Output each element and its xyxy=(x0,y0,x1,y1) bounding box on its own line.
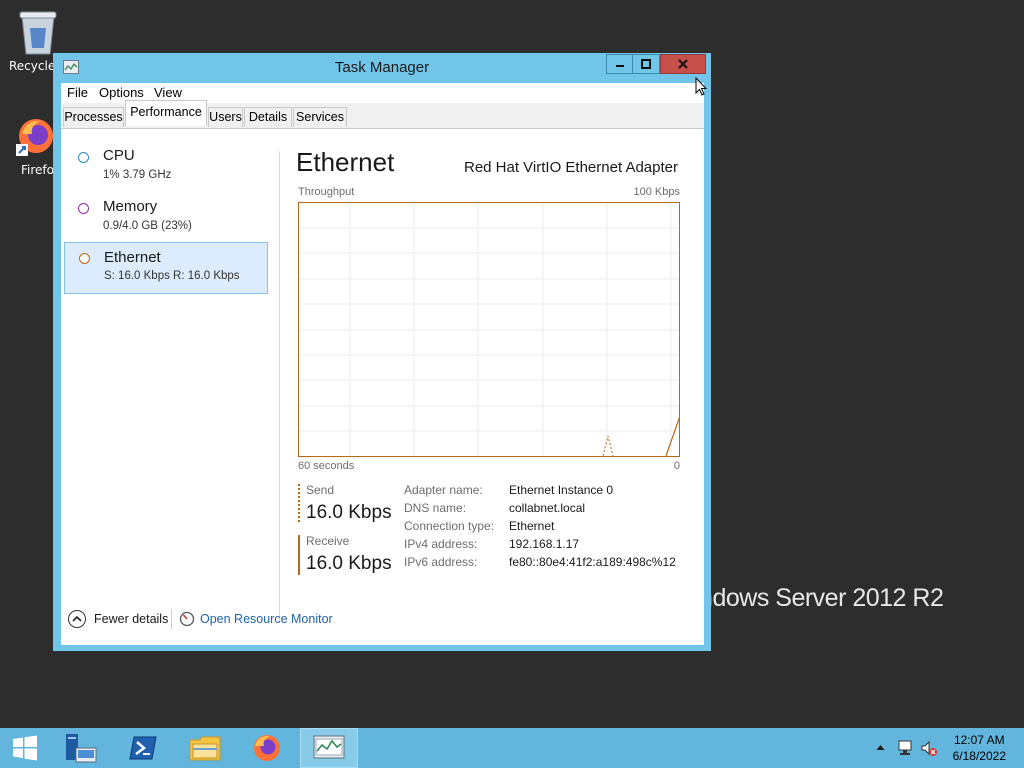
detail-title: Ethernet xyxy=(296,147,395,177)
server-manager-icon xyxy=(66,734,97,763)
send-indicator xyxy=(298,484,300,524)
title-bar[interactable]: Task Manager xyxy=(53,53,711,83)
graph-time-label: 60 seconds xyxy=(298,460,355,472)
close-icon xyxy=(678,59,688,69)
graph-min-label: 0 xyxy=(673,460,680,472)
menu-file[interactable]: File xyxy=(67,85,88,100)
resource-summary: S: 16.0 Kbps R: 16.0 Kbps xyxy=(104,270,240,282)
ethernet-indicator-icon xyxy=(79,253,90,264)
mouse-cursor-icon xyxy=(695,77,707,96)
window-client-area: File Options View Processes Performance … xyxy=(61,83,704,645)
minimize-button[interactable] xyxy=(606,54,633,74)
recycle-bin-icon xyxy=(19,11,57,55)
receive-indicator xyxy=(298,535,300,575)
footer-separator xyxy=(171,609,172,629)
resource-name: CPU xyxy=(103,147,135,164)
prop-key: Connection type: xyxy=(404,519,495,533)
task-manager-window: Task Manager File Options View Processes… xyxy=(53,53,711,651)
clock-date: 6/18/2022 xyxy=(952,749,1006,763)
minimize-icon xyxy=(615,65,624,67)
prop-value: collabnet.local xyxy=(509,501,586,515)
taskbar-clock[interactable]: 12:07 AM 6/18/2022 xyxy=(953,732,1006,764)
os-watermark: indows Server 2012 R2 xyxy=(694,584,944,612)
powershell-icon xyxy=(129,736,157,760)
firefox-taskbar-button[interactable] xyxy=(238,728,296,768)
clock-time: 12:07 AM xyxy=(953,733,1005,747)
menu-view[interactable]: View xyxy=(154,85,182,100)
chevron-up-icon xyxy=(72,615,82,622)
firefox-icon xyxy=(254,735,280,761)
fewer-details-button[interactable] xyxy=(68,610,86,628)
send-label: Send xyxy=(306,483,335,497)
receive-value: 16.0 Kbps xyxy=(306,553,392,574)
prop-value: fe80::80e4:41f2:a189:498c%12 xyxy=(509,555,676,569)
start-button[interactable] xyxy=(0,728,50,768)
menu-options[interactable]: Options xyxy=(99,85,144,100)
resource-name: Ethernet xyxy=(104,249,161,266)
network-tray-icon[interactable] xyxy=(897,739,915,757)
fewer-details-label[interactable]: Fewer details xyxy=(94,612,168,626)
open-resource-monitor-link[interactable]: Open Resource Monitor xyxy=(200,612,333,626)
cpu-indicator-icon xyxy=(78,152,89,163)
tab-performance[interactable]: Performance xyxy=(125,100,207,126)
prop-value: Ethernet Instance 0 xyxy=(509,483,614,497)
tab-details[interactable]: Details xyxy=(244,107,292,127)
tab-services[interactable]: Services xyxy=(293,107,347,127)
memory-indicator-icon xyxy=(78,203,89,214)
firefox-shortcut[interactable]: Firefo: xyxy=(0,112,58,182)
resource-summary: 0.9/4.0 GB (23%) xyxy=(103,220,192,232)
task-manager-icon xyxy=(313,735,345,759)
resource-item-ethernet[interactable]: Ethernet S: 16.0 Kbps R: 16.0 Kbps xyxy=(64,242,268,294)
maximize-icon xyxy=(641,59,651,69)
prop-key: DNS name: xyxy=(404,501,467,515)
firefox-icon xyxy=(16,119,53,156)
tab-users[interactable]: Users xyxy=(208,107,243,127)
prop-key: IPv6 address: xyxy=(404,555,478,569)
start-icon xyxy=(13,735,37,761)
prop-value: Ethernet xyxy=(509,519,555,533)
file-explorer-icon xyxy=(189,736,221,761)
powershell-button[interactable] xyxy=(114,728,172,768)
file-explorer-button[interactable] xyxy=(176,728,234,768)
close-button[interactable] xyxy=(660,54,706,74)
recycle-bin-shortcut[interactable]: Recycle xyxy=(0,4,57,76)
resource-item-memory[interactable]: Memory 0.9/4.0 GB (23%) xyxy=(64,195,268,247)
throughput-graph xyxy=(298,202,680,457)
maximize-button[interactable] xyxy=(633,54,660,74)
taskbar: 12:07 AM 6/18/2022 xyxy=(0,728,1024,768)
prop-key: IPv4 address: xyxy=(404,537,478,551)
prop-key: Adapter name: xyxy=(404,483,483,497)
prop-value: 192.168.1.17 xyxy=(509,537,580,551)
resource-name: Memory xyxy=(103,198,158,215)
show-hidden-icons-icon[interactable] xyxy=(876,744,885,751)
resource-summary: 1% 3.79 GHz xyxy=(103,169,172,181)
tab-processes[interactable]: Processes xyxy=(63,107,124,127)
send-value: 16.0 Kbps xyxy=(306,502,392,523)
task-manager-taskbar-button[interactable] xyxy=(300,728,358,768)
tab-bar: Processes Performance Users Details Serv… xyxy=(61,100,704,129)
volume-muted-icon[interactable] xyxy=(920,739,938,757)
graph-max-label: 100 Kbps xyxy=(633,186,680,198)
receive-label: Receive xyxy=(306,534,350,548)
resource-monitor-icon[interactable] xyxy=(179,611,195,627)
panel-divider xyxy=(279,151,280,623)
server-manager-button[interactable] xyxy=(52,728,110,768)
adapter-description: Red Hat VirtIO Ethernet Adapter xyxy=(463,159,678,176)
resource-item-cpu[interactable]: CPU 1% 3.79 GHz xyxy=(64,144,268,196)
recycle-bin-label: Recycle xyxy=(9,59,56,73)
graph-label: Throughput xyxy=(298,186,355,198)
